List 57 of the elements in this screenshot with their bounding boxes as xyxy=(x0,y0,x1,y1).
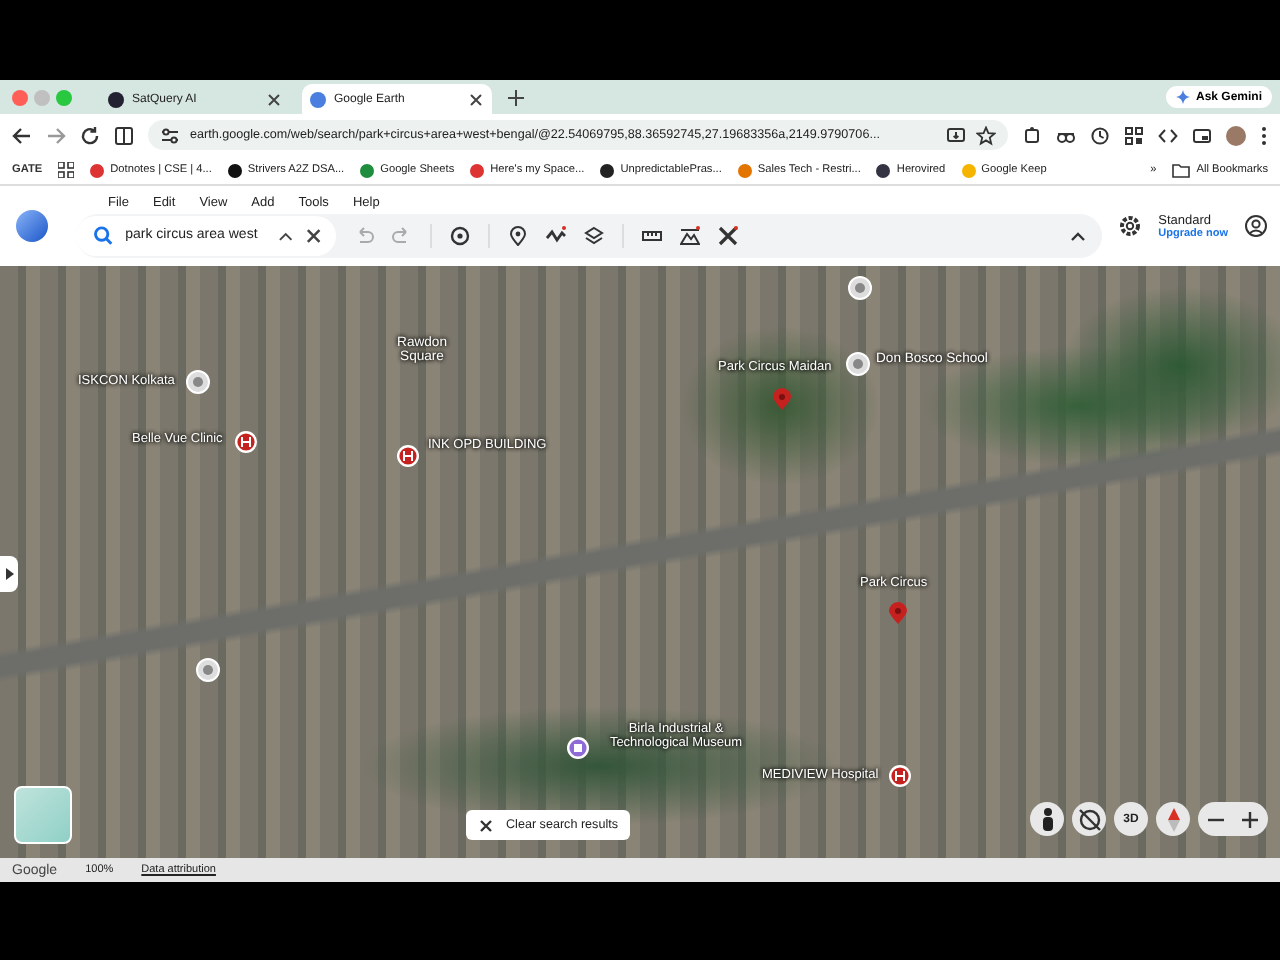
path-icon[interactable] xyxy=(546,225,566,245)
museum-marker-icon[interactable] xyxy=(566,736,590,760)
search-icon xyxy=(92,224,114,246)
install-icon[interactable] xyxy=(946,125,966,145)
map-pin-icon[interactable] xyxy=(508,225,528,245)
site-icon xyxy=(470,163,485,177)
star-icon[interactable] xyxy=(976,125,996,145)
minimap-thumbnail[interactable] xyxy=(14,786,72,844)
chevron-up-icon[interactable] xyxy=(277,229,293,241)
profile-avatar[interactable] xyxy=(1226,125,1246,145)
close-icon[interactable] xyxy=(304,225,324,245)
settings-icon[interactable] xyxy=(1118,214,1143,238)
folder-icon xyxy=(1172,163,1191,177)
site-settings-icon[interactable] xyxy=(160,125,180,145)
site-icon xyxy=(737,163,752,177)
ruler-icon[interactable] xyxy=(642,225,662,245)
qr-code-icon[interactable] xyxy=(1124,125,1144,145)
site-icon xyxy=(876,163,891,177)
site-icon xyxy=(90,163,105,177)
history-icon[interactable] xyxy=(450,225,470,245)
sparkle-icon xyxy=(1175,90,1190,104)
close-icon[interactable] xyxy=(266,91,282,107)
landscape-icon[interactable] xyxy=(680,225,700,245)
earth-logo-icon[interactable] xyxy=(16,210,48,242)
person-icon xyxy=(1039,807,1055,831)
chevron-right-icon xyxy=(5,568,13,580)
zoom-in-icon[interactable] xyxy=(1242,811,1259,827)
account-icon[interactable] xyxy=(1244,214,1268,238)
site-icon xyxy=(310,91,326,107)
close-icon xyxy=(478,817,494,833)
cast-icon[interactable] xyxy=(1192,125,1212,145)
site-icon xyxy=(600,163,615,177)
site-icon xyxy=(360,163,375,177)
split-view-icon[interactable] xyxy=(114,125,134,145)
hospital-marker-icon[interactable] xyxy=(888,764,912,788)
crossed-circle-icon xyxy=(1077,807,1101,831)
close-icon[interactable] xyxy=(468,91,484,107)
hospital-marker-icon[interactable] xyxy=(234,430,258,454)
plus-icon[interactable] xyxy=(508,89,524,105)
apps-grid-icon[interactable] xyxy=(58,162,75,178)
back-icon[interactable] xyxy=(12,125,32,145)
forward-icon[interactable] xyxy=(46,125,66,145)
layers-icon[interactable] xyxy=(584,225,604,245)
site-icon xyxy=(227,163,242,177)
search-result-pin-icon[interactable] xyxy=(886,602,910,626)
site-icon xyxy=(961,163,976,177)
expand-panel-tab[interactable] xyxy=(0,556,18,592)
code-icon[interactable] xyxy=(1158,125,1178,145)
chevron-up-icon[interactable] xyxy=(1070,229,1087,241)
hospital-marker-icon[interactable] xyxy=(396,444,420,468)
more-icon[interactable] xyxy=(1260,125,1268,145)
compass-icon xyxy=(1167,807,1179,831)
history-icon[interactable] xyxy=(1090,125,1110,145)
reload-icon[interactable] xyxy=(80,125,100,145)
tools-crossed-icon[interactable] xyxy=(718,225,738,245)
extensions-icon[interactable] xyxy=(1022,125,1042,145)
site-icon xyxy=(108,91,124,107)
